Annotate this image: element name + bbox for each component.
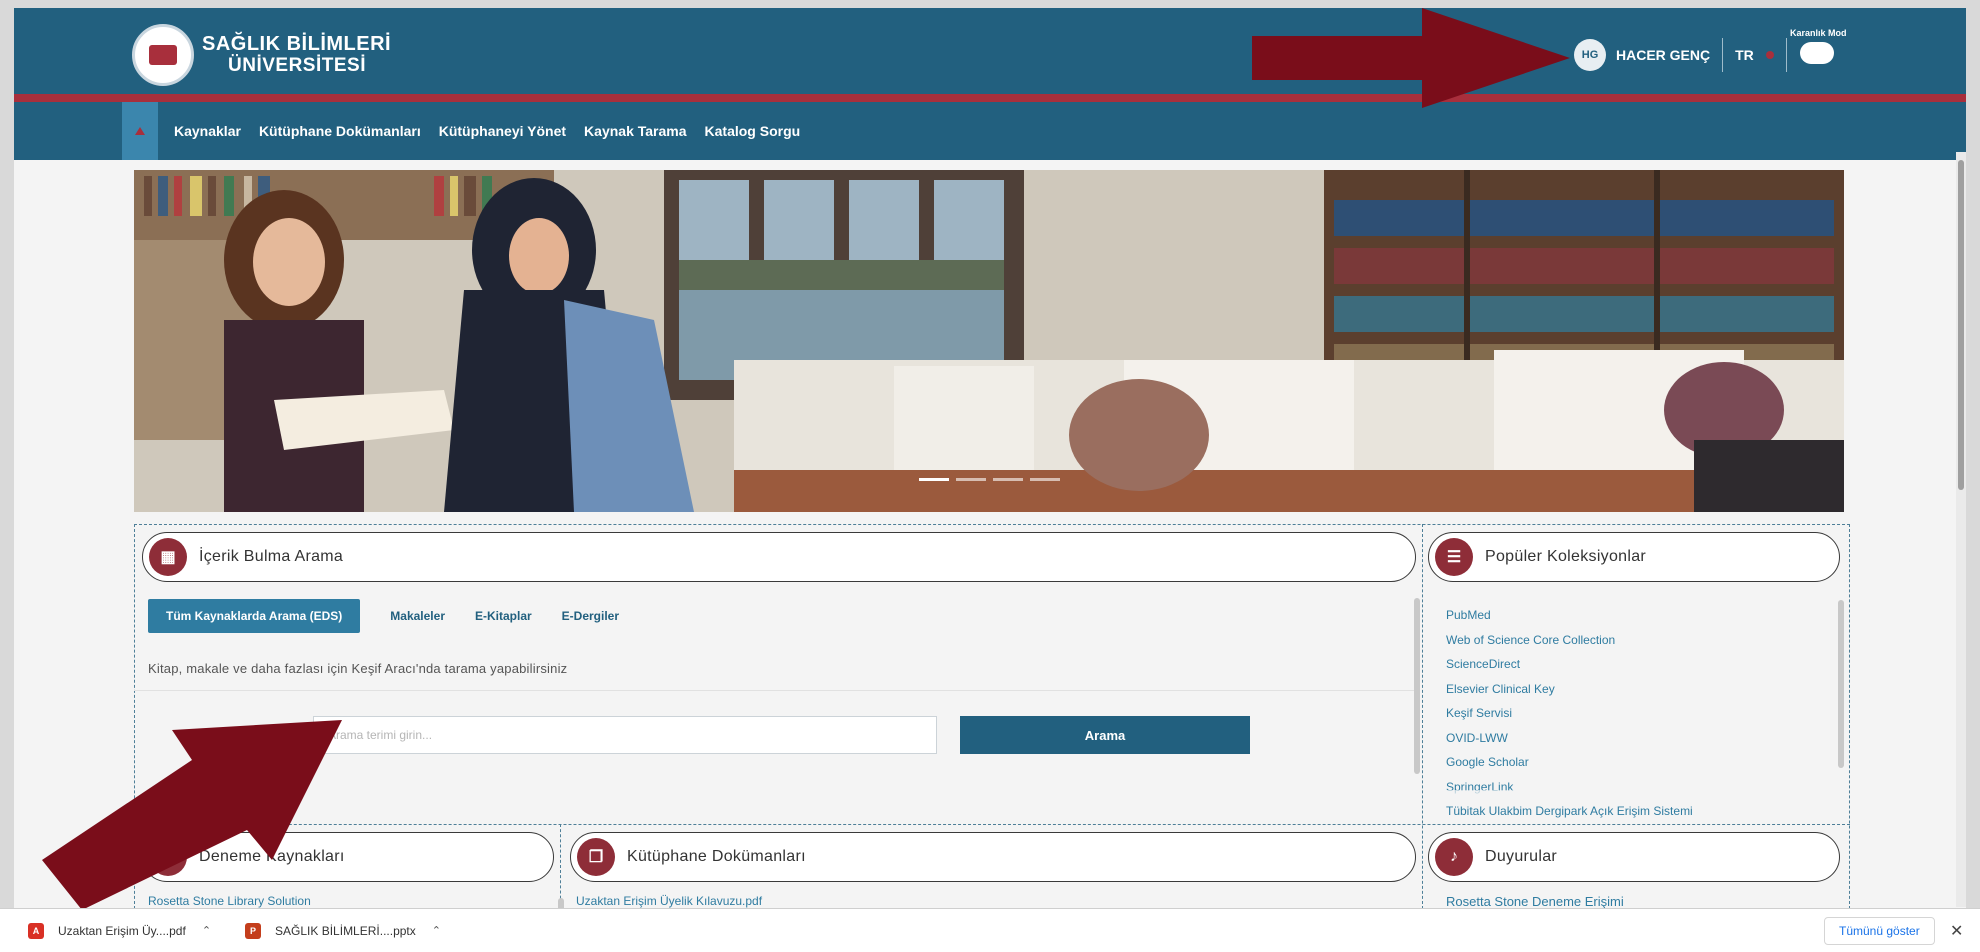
chevron-up-icon[interactable]: ⌃ [202, 924, 211, 937]
annotation-arrow-icon [42, 720, 342, 908]
language-indicator-icon [1765, 51, 1774, 59]
collections-panel-header: ☰ Popüler Koleksiyonlar [1428, 532, 1840, 582]
announcement-link[interactable]: Rosetta Stone Deneme Erişimi [1446, 894, 1624, 908]
show-all-downloads-button[interactable]: Tümünü göster [1824, 917, 1935, 945]
search-hint: Kitap, makale ve daha fazlası için Keşif… [148, 661, 568, 676]
tab-eds[interactable]: Tüm Kaynaklarda Arama (EDS) [148, 599, 361, 633]
download-bar: A Uzaktan Erişim Üy....pdf ⌃ P SAĞLIK Bİ… [0, 908, 1980, 952]
home-icon[interactable] [122, 102, 158, 160]
divider [134, 690, 1417, 691]
announcements-panel-header: ♪ Duyurular [1428, 832, 1840, 882]
tab-e-kitaplar[interactable]: E-Kitaplar [475, 609, 532, 623]
list-icon: ☰ [1435, 538, 1473, 576]
collection-link[interactable]: Elsevier Clinical Key [1446, 677, 1693, 702]
close-icon[interactable]: ✕ [1950, 921, 1963, 941]
trial-panel-scrollbar[interactable] [558, 898, 564, 908]
tab-makaleler[interactable]: Makaleler [390, 609, 445, 623]
collection-link[interactable]: Keşif Servisi [1446, 701, 1693, 726]
nav-item-kutuphane-dokumanlari[interactable]: Kütüphane Dokümanları [259, 123, 421, 139]
hero-banner-image [134, 170, 1844, 512]
collection-link[interactable]: Google Scholar [1446, 750, 1693, 775]
pptx-file-icon: P [245, 922, 262, 939]
search-button[interactable]: Arama [960, 716, 1250, 754]
pdf-file-icon: A [28, 922, 44, 939]
document-link[interactable]: Uzaktan Erişim Üyelik Kılavuzu.pdf [576, 894, 762, 908]
page-scrollbar-thumb[interactable] [1958, 160, 1964, 490]
user-name[interactable]: HACER GENÇ [1616, 47, 1710, 63]
nav-item-katalog-sorgu[interactable]: Katalog Sorgu [705, 123, 801, 139]
browser-page: SAĞLIK BİLİMLERİ ÜNİVERSİTESİ HG HACER G… [14, 8, 1966, 908]
dark-mode-toggle[interactable] [1800, 42, 1834, 64]
collection-link[interactable]: PubMed [1446, 603, 1693, 628]
search-tabs: Tüm Kaynaklarda Arama (EDS) Makaleler E-… [148, 599, 619, 633]
list-fade [1442, 790, 1842, 804]
docs-panel-title: Kütüphane Dokümanları [627, 848, 806, 865]
download-filename: SAĞLIK BİLİMLERİ....pptx [275, 923, 416, 938]
search-panel-scrollbar[interactable] [1414, 598, 1420, 774]
annotation-arrow-icon [1252, 8, 1570, 108]
logo-line2: ÜNİVERSİTESİ [228, 55, 366, 76]
nav-item-kaynak-tarama[interactable]: Kaynak Tarama [584, 123, 686, 139]
nav-item-kaynaklar[interactable]: Kaynaklar [174, 123, 241, 139]
divider [1722, 38, 1724, 72]
collection-link[interactable]: Web of Science Core Collection [1446, 628, 1693, 653]
top-header: SAĞLIK BİLİMLERİ ÜNİVERSİTESİ HG HACER G… [14, 8, 1966, 94]
collection-link[interactable]: ScienceDirect [1446, 652, 1693, 677]
header-accent-line [14, 94, 1966, 102]
language-selector[interactable]: TR [1735, 47, 1754, 63]
user-menu[interactable]: HG HACER GENÇ TR [1574, 38, 1799, 72]
university-seal-icon [132, 24, 194, 86]
collection-link[interactable]: OVID-LWW [1446, 726, 1693, 751]
docs-panel-header: ❐ Kütüphane Dokümanları [570, 832, 1416, 882]
panel-divider [1422, 524, 1423, 908]
main-navigation: Kaynaklar Kütüphane Dokümanları Kütüphan… [14, 102, 1966, 160]
collections-scrollbar[interactable] [1838, 600, 1844, 768]
collections-panel-title: Popüler Koleksiyonlar [1485, 548, 1647, 565]
download-item-pdf[interactable]: A Uzaktan Erişim Üy....pdf ⌃ [28, 922, 211, 939]
panel-divider [134, 824, 1850, 825]
university-logo[interactable]: SAĞLIK BİLİMLERİ ÜNİVERSİTESİ [132, 24, 391, 86]
download-item-pptx[interactable]: P SAĞLIK BİLİMLERİ....pptx ⌃ [245, 922, 441, 939]
nav-item-kutuphaneyi-yonet[interactable]: Kütüphaneyi Yönet [439, 123, 566, 139]
download-filename: Uzaktan Erişim Üy....pdf [58, 923, 186, 938]
search-panel-title: İçerik Bulma Arama [199, 548, 344, 565]
search-panel-header: ▦ İçerik Bulma Arama [142, 532, 1416, 582]
dark-mode-control: Karanlık Mod [1784, 28, 1847, 64]
microphone-icon: ♪ [1435, 838, 1473, 876]
panel-divider [560, 824, 561, 908]
search-panel-icon: ▦ [149, 538, 187, 576]
announcements-panel-title: Duyurular [1485, 848, 1558, 865]
dark-mode-label: Karanlık Mod [1790, 28, 1847, 38]
search-input[interactable] [313, 716, 937, 754]
documents-icon: ❐ [577, 838, 615, 876]
logo-line1: SAĞLIK BİLİMLERİ [202, 33, 392, 55]
chevron-up-icon[interactable]: ⌃ [432, 924, 441, 937]
tab-e-dergiler[interactable]: E-Dergiler [562, 609, 619, 623]
